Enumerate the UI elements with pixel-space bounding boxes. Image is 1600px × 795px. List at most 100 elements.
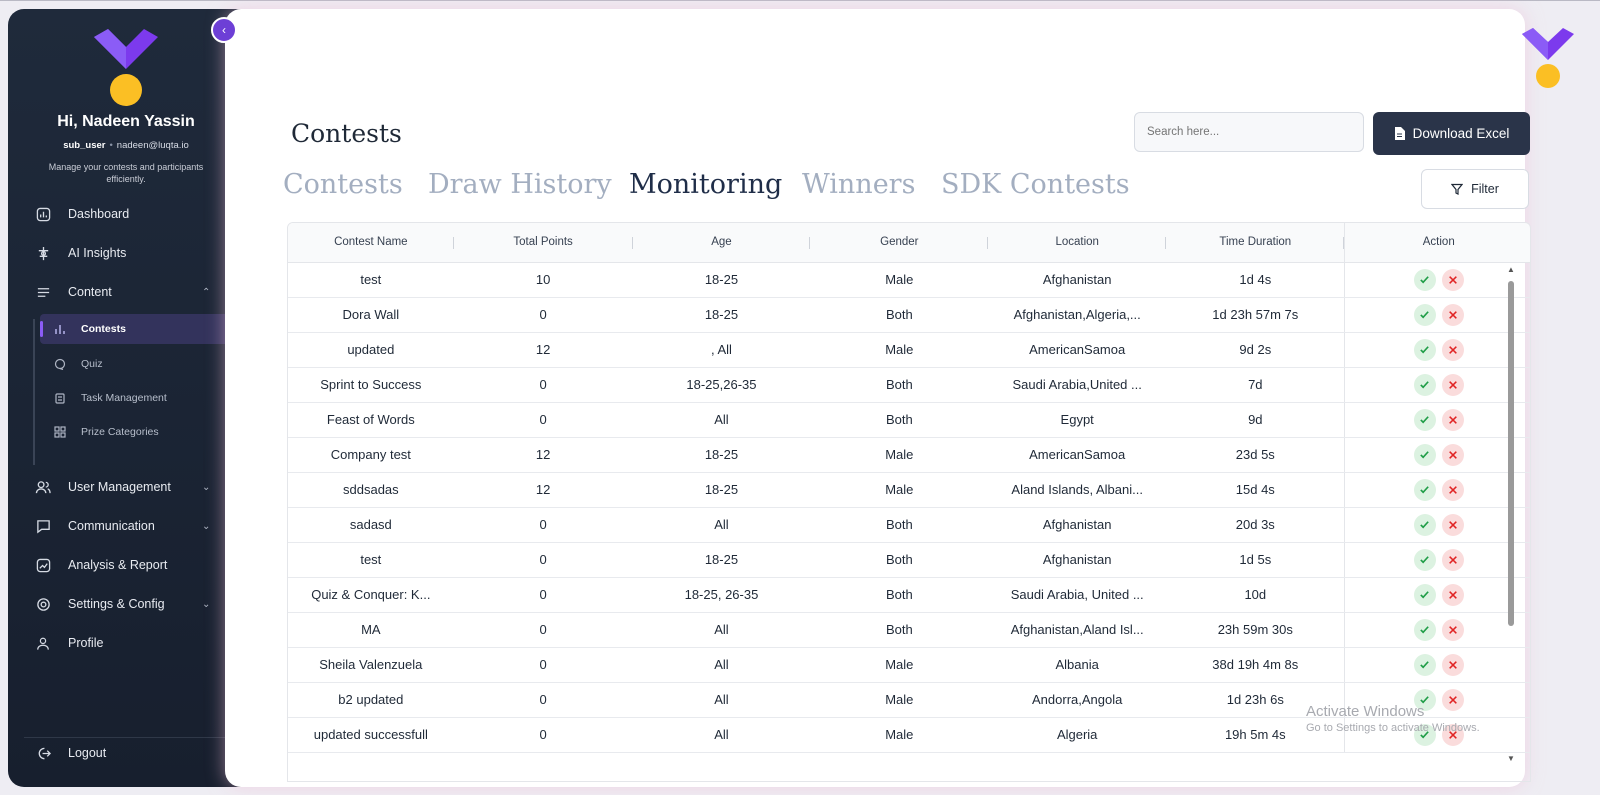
column-header[interactable]: Time Duration: [1166, 223, 1345, 263]
check-icon: [1420, 661, 1430, 669]
dashboard-icon: [35, 206, 51, 222]
sidebar-item-settings-config[interactable]: Settings & Config ⌄: [8, 588, 244, 620]
ai-icon: [35, 245, 51, 261]
watermark-line2: Go to Settings to activate Windows.: [1306, 722, 1480, 734]
approve-button[interactable]: [1413, 583, 1436, 606]
table-cell: 18-25: [632, 542, 811, 578]
logout-button[interactable]: Logout: [8, 737, 244, 769]
column-header[interactable]: Contest Name: [288, 223, 454, 263]
table-cell: 7d: [1166, 367, 1345, 403]
table-cell: 10: [453, 262, 633, 298]
approve-button[interactable]: [1413, 373, 1436, 396]
sidebar-item-analysis-report[interactable]: Analysis & Report: [8, 549, 244, 581]
table-cell: All: [632, 507, 811, 543]
column-header[interactable]: Total Points: [453, 223, 633, 263]
table-cell: 18-25,26-35: [632, 367, 811, 403]
sidebar-subitem-contests[interactable]: Contests: [40, 314, 228, 344]
chevron-down-icon: ⌄: [202, 598, 211, 610]
sidebar: Hi, Nadeen Yassin sub_user • nadeen@luqta.…: [8, 9, 244, 787]
close-icon: [1448, 660, 1457, 669]
reject-button[interactable]: [1441, 618, 1464, 641]
reject-button[interactable]: [1441, 303, 1464, 326]
table-cell: Both: [810, 507, 989, 543]
table-cell: Male: [810, 472, 989, 508]
approve-button[interactable]: [1413, 338, 1436, 361]
table-row: test 10 18-25 Male Afghanistan 1d 4s: [288, 262, 1530, 298]
filter-button[interactable]: Filter: [1421, 169, 1529, 209]
table-cell: Afghanistan: [988, 507, 1167, 543]
table-cell: 1d 5s: [1166, 542, 1345, 578]
table-row: Sprint to Success 0 18-25,26-35 Both Saudi A…: [288, 367, 1530, 403]
tab-monitoring[interactable]: Monitoring: [629, 169, 782, 200]
check-icon: [1420, 486, 1430, 494]
reject-button[interactable]: [1441, 478, 1464, 501]
approve-button[interactable]: [1413, 478, 1436, 501]
reject-button[interactable]: [1441, 408, 1464, 431]
column-header[interactable]: Location: [988, 223, 1167, 263]
download-excel-button[interactable]: Download Excel: [1373, 112, 1530, 155]
reject-button[interactable]: [1441, 583, 1464, 606]
reject-button[interactable]: [1441, 513, 1464, 536]
clipboard-icon: [53, 391, 67, 405]
sidebar-subitem-prize-categories[interactable]: Prize Categories: [40, 417, 228, 447]
approve-button[interactable]: [1413, 548, 1436, 571]
search-input[interactable]: [1134, 112, 1364, 152]
table-cell: Feast of Words: [288, 402, 454, 438]
sidebar-item-profile[interactable]: Profile: [8, 627, 244, 659]
approve-button[interactable]: [1413, 268, 1436, 291]
sidebar-item-dashboard[interactable]: Dashboard: [8, 198, 244, 230]
sidebar-subitem-quiz[interactable]: Quiz: [40, 349, 228, 379]
action-cell: [1344, 367, 1530, 403]
tab-winners[interactable]: Winners: [802, 169, 915, 200]
tab-draw-history[interactable]: Draw History: [428, 169, 612, 200]
sidebar-item-user-management[interactable]: User Management ⌄: [8, 471, 244, 503]
approve-button[interactable]: [1413, 513, 1436, 536]
table-cell: 12: [453, 472, 633, 508]
approve-button[interactable]: [1413, 303, 1436, 326]
check-icon: [1420, 521, 1430, 529]
sidebar-item-ai-insights[interactable]: AI Insights: [8, 237, 244, 269]
table-scrollbar[interactable]: [1508, 281, 1514, 626]
table-cell: sddsadas: [288, 472, 454, 508]
table-cell: Egypt: [988, 402, 1167, 438]
approve-button[interactable]: [1413, 653, 1436, 676]
reject-button[interactable]: [1441, 373, 1464, 396]
sidebar-subitem-task-management[interactable]: Task Management: [40, 383, 228, 413]
table-header-row: Contest Name Total Points Age Gender Loc…: [288, 223, 1530, 263]
column-header[interactable]: Age: [632, 223, 811, 263]
chat-icon: [35, 518, 51, 534]
sidebar-collapse-button[interactable]: ‹: [211, 17, 237, 43]
sidebar-subitem-label: Prize Categories: [81, 426, 159, 438]
scroll-down-arrow[interactable]: ▼: [1507, 754, 1515, 763]
table-cell: test: [288, 542, 454, 578]
table-cell: test: [288, 262, 454, 298]
table-cell: 9d: [1166, 402, 1345, 438]
reject-button[interactable]: [1441, 268, 1464, 291]
reject-button[interactable]: [1441, 653, 1464, 676]
scroll-up-arrow[interactable]: ▲: [1507, 265, 1515, 274]
table-cell: Male: [810, 682, 989, 718]
approve-button[interactable]: [1413, 618, 1436, 641]
approve-button[interactable]: [1413, 443, 1436, 466]
reject-button[interactable]: [1441, 443, 1464, 466]
reject-button[interactable]: [1441, 548, 1464, 571]
table-cell: 20d 3s: [1166, 507, 1345, 543]
table-cell: Saudi Arabia, United ...: [988, 577, 1167, 613]
sidebar-item-label: Content: [68, 285, 112, 299]
tab-contests[interactable]: Contests: [283, 169, 403, 200]
sidebar-item-communication[interactable]: Communication ⌄: [8, 510, 244, 542]
column-header[interactable]: Gender: [810, 223, 989, 263]
sidebar-subitem-label: Task Management: [81, 392, 167, 404]
tab-sdk-contests[interactable]: SDK Contests: [941, 169, 1130, 200]
approve-button[interactable]: [1413, 408, 1436, 431]
sidebar-item-content[interactable]: Content ⌃: [8, 276, 244, 308]
reject-button[interactable]: [1441, 338, 1464, 361]
table-cell: Male: [810, 262, 989, 298]
table-cell: 9d 2s: [1166, 332, 1345, 368]
watermark-line1: Activate Windows: [1306, 703, 1425, 720]
table-row: sadasd 0 All Both Afghanistan 20d 3s: [288, 507, 1530, 543]
chevron-down-icon: ⌄: [202, 481, 211, 493]
table-cell: Sprint to Success: [288, 367, 454, 403]
close-icon: [1448, 275, 1457, 284]
close-icon: [1448, 485, 1457, 494]
